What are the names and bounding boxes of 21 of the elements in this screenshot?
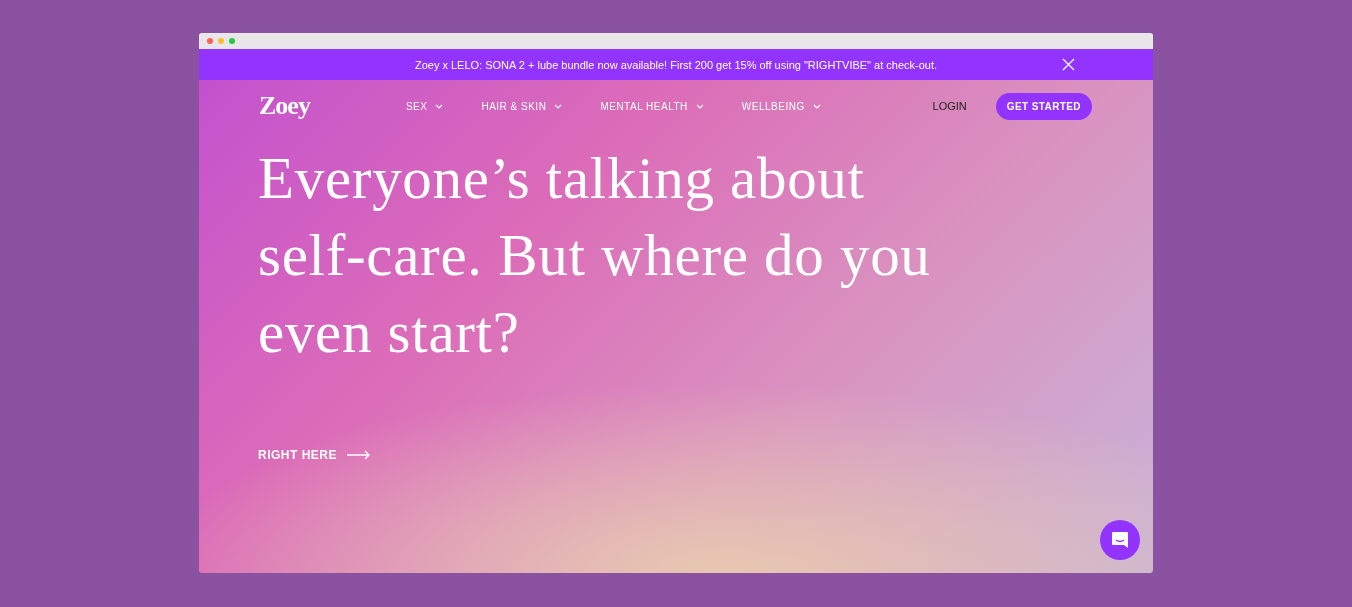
login-link[interactable]: LOGIN bbox=[932, 100, 967, 112]
chat-button[interactable] bbox=[1100, 520, 1140, 560]
chevron-down-icon bbox=[435, 103, 444, 109]
get-started-button[interactable]: GET STARTED bbox=[995, 92, 1092, 120]
hero-heading: Everyone’s talking about self-care. But where do you even start? bbox=[258, 144, 932, 367]
maximize-window-icon[interactable] bbox=[229, 38, 235, 44]
chevron-down-icon bbox=[554, 103, 563, 109]
close-icon[interactable] bbox=[1062, 58, 1075, 71]
logo[interactable]: Zoey bbox=[259, 91, 310, 121]
nav-menu-item[interactable]: MENTAL HEALTH bbox=[600, 100, 704, 112]
right-here-link[interactable]: RIGHT HERE bbox=[258, 448, 371, 462]
chevron-down-icon bbox=[695, 103, 704, 109]
nav-menu-item[interactable]: WELLBEING bbox=[741, 100, 821, 112]
chevron-down-icon bbox=[812, 103, 821, 109]
nav-menu-item[interactable]: HAIR & SKIN bbox=[481, 100, 563, 112]
nav-menu-item[interactable]: SEX bbox=[405, 100, 444, 112]
chat-bubble-icon bbox=[1110, 530, 1130, 550]
arrow-right-icon bbox=[347, 450, 371, 460]
close-window-icon[interactable] bbox=[207, 38, 213, 44]
announcement-text: Zoey x LELO: SONA 2 + lube bundle now available! First 200 get 15% off using "RIGHTVIBE" at check-out. bbox=[414, 58, 938, 71]
minimize-window-icon[interactable] bbox=[218, 38, 224, 44]
